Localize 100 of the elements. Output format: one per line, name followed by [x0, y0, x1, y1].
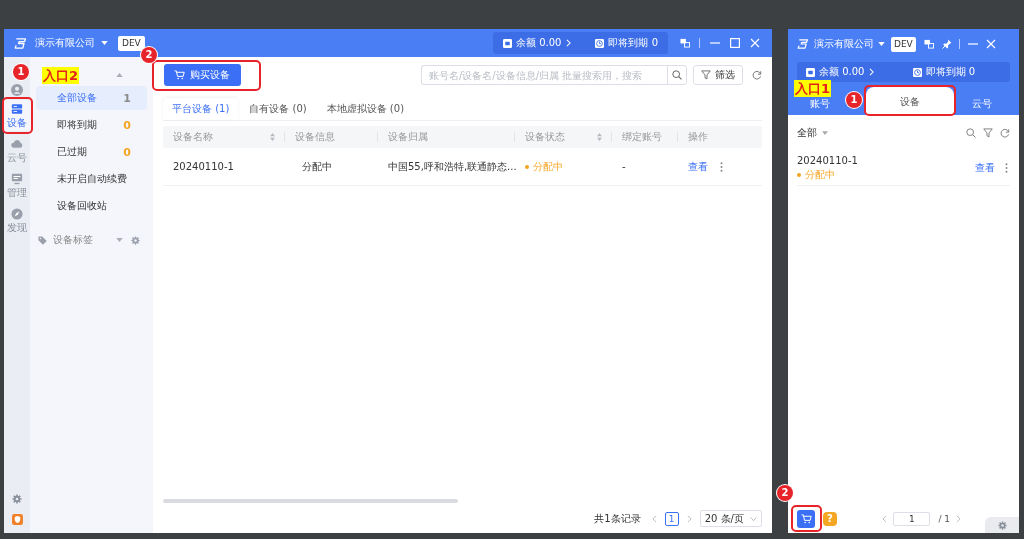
device-name[interactable]: 20240110-1 — [797, 154, 858, 166]
chevron-left-icon[interactable] — [651, 514, 657, 523]
item-count: 0 — [123, 118, 131, 132]
filter-button[interactable]: 筛选 — [693, 65, 743, 85]
record-count: 共1条记录 — [594, 511, 641, 526]
cart-icon — [800, 514, 812, 524]
sort-icon[interactable] — [597, 133, 602, 141]
chevron-left-icon[interactable] — [882, 515, 888, 523]
chevron-right-icon[interactable] — [686, 514, 692, 523]
compass-icon — [11, 208, 23, 220]
caret-down-icon[interactable] — [878, 42, 885, 46]
tab[interactable]: 平台设备 (1) — [163, 98, 239, 120]
shield-icon[interactable] — [11, 514, 23, 525]
view-link[interactable]: 查看 — [688, 159, 708, 174]
nav-item[interactable]: 管理 — [7, 173, 27, 198]
callout-frame — [791, 505, 822, 532]
clock-icon — [912, 67, 922, 77]
more-icon[interactable] — [1005, 163, 1008, 173]
callout-badge: 2 — [141, 47, 157, 63]
clock-icon — [595, 38, 605, 48]
monitor-icon — [11, 173, 23, 185]
status-text: 分配中 — [533, 159, 563, 174]
balance-text[interactable]: 余额 0.00 — [516, 36, 562, 50]
buy-device-button[interactable]: 购买设备 — [164, 64, 241, 86]
sidebar-item[interactable]: 全部设备 1 — [36, 86, 147, 110]
filter-dropdown[interactable]: 全部 — [797, 126, 828, 140]
search-button[interactable] — [667, 65, 687, 85]
close-icon[interactable] — [985, 39, 996, 49]
filter-icon[interactable] — [983, 128, 993, 138]
refresh-icon[interactable] — [752, 70, 762, 80]
refresh-icon[interactable] — [1000, 128, 1010, 138]
avatar-icon — [11, 84, 23, 96]
settings-tab[interactable] — [985, 517, 1019, 533]
more-icon[interactable] — [720, 161, 723, 172]
sidebar-item[interactable]: 已过期 0 — [36, 140, 147, 164]
caret-down-icon — [822, 131, 828, 135]
view-link[interactable]: 查看 — [975, 161, 995, 175]
windows-icon[interactable] — [923, 39, 934, 49]
caret-down-icon[interactable] — [116, 238, 123, 242]
search-icon[interactable] — [966, 128, 976, 138]
cart-icon — [174, 70, 185, 80]
caret-down-icon — [750, 516, 757, 521]
sort-icon[interactable] — [270, 133, 275, 141]
logo-icon — [797, 39, 809, 49]
page-size-select[interactable]: 20 条/页 — [699, 510, 762, 527]
callout-badge: 2 — [777, 485, 793, 501]
page-input[interactable]: 1 — [893, 512, 931, 526]
maximize-icon[interactable] — [730, 38, 740, 48]
balance-text[interactable]: 余额 0.00 — [819, 65, 865, 79]
tab[interactable]: 账号 — [810, 98, 830, 110]
callout-label: 入口1 — [794, 80, 832, 97]
column-header: 设备信息 — [295, 130, 335, 144]
callout-badge: 1 — [13, 64, 29, 80]
status-text: 分配中 — [805, 167, 835, 182]
callout-badge: 1 — [846, 92, 862, 108]
tab[interactable]: 设备 — [866, 87, 954, 115]
callout-label: 入口2 — [42, 66, 80, 84]
tab[interactable]: 云号 — [972, 98, 992, 110]
close-icon[interactable] — [750, 38, 760, 48]
horizontal-scrollbar[interactable] — [163, 499, 458, 503]
caret-up-icon[interactable] — [116, 73, 123, 77]
search-icon — [672, 70, 682, 80]
table-cell: - — [622, 161, 626, 172]
sidebar-item[interactable]: 未开启自动续费 — [36, 167, 147, 191]
settings-icon[interactable] — [12, 494, 22, 504]
expiring-text[interactable]: 即将到期 0 — [925, 65, 976, 79]
wallet-icon — [806, 67, 815, 77]
company-name[interactable]: 演示有限公司 — [814, 37, 874, 51]
pin-icon[interactable] — [941, 39, 952, 49]
column-header: 设备归属 — [388, 130, 428, 144]
nav-item[interactable]: 设备 — [4, 100, 30, 131]
table-cell: 分配中 — [302, 159, 332, 174]
page-button[interactable]: 1 — [664, 511, 679, 526]
tags-section-label[interactable]: 设备标签 — [53, 233, 93, 247]
logo-icon — [14, 37, 27, 49]
sidebar-item[interactable]: 设备回收站 — [36, 194, 147, 218]
environment-label: DEV — [891, 36, 916, 52]
filter-icon — [701, 70, 711, 80]
nav-item[interactable]: 云号 — [7, 138, 27, 163]
tag-icon — [38, 235, 47, 245]
tab[interactable]: 本地虚拟设备 (0) — [317, 98, 414, 120]
tab[interactable]: 自有设备 (0) — [240, 98, 316, 120]
nav-item[interactable] — [11, 84, 23, 96]
column-header: 设备名称 — [173, 130, 213, 144]
cart-button[interactable] — [797, 510, 815, 528]
column-header: 操作 — [688, 130, 708, 144]
item-count: 0 — [123, 145, 131, 159]
nav-item[interactable]: 发现 — [7, 208, 27, 233]
expiring-text[interactable]: 即将到期 0 — [608, 36, 658, 50]
table-cell: 20240110-1 — [173, 161, 234, 172]
sidebar-item[interactable]: 即将到期 0 — [36, 113, 147, 137]
caret-down-icon[interactable] — [101, 41, 108, 45]
settings-icon[interactable] — [131, 235, 140, 245]
cloud-icon — [11, 138, 23, 150]
environment-label: DEV — [118, 35, 145, 51]
search-field[interactable]: 账号名/设备名/设备信息/归属 批量搜索用，搜索 — [421, 65, 667, 85]
wallet-icon — [503, 38, 512, 48]
company-name[interactable]: 演示有限公司 — [35, 36, 95, 50]
chevron-right-icon[interactable] — [956, 515, 961, 523]
windows-icon[interactable] — [680, 38, 690, 48]
